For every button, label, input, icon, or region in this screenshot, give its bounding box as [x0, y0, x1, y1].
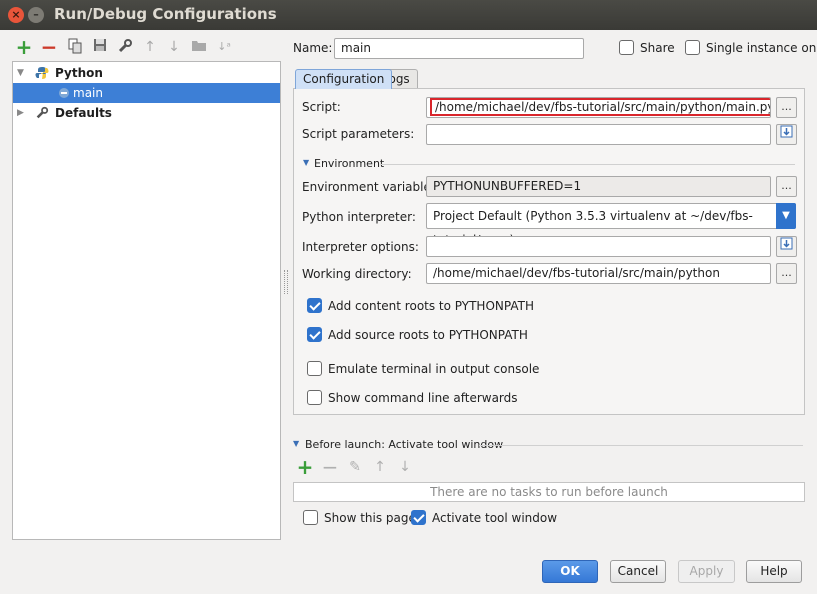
activate-tool-window-checkbox[interactable] — [411, 510, 426, 525]
minimize-window-icon[interactable]: – — [28, 7, 44, 23]
folder-icon[interactable] — [190, 38, 208, 56]
before-launch-header: Before launch: Activate tool window — [305, 438, 504, 451]
tab-configuration[interactable]: Configuration — [295, 69, 393, 89]
title-bar: × – Run/Debug Configurations — [0, 0, 817, 30]
cancel-button[interactable]: Cancel — [610, 560, 666, 583]
show-this-page-checkbox[interactable] — [303, 510, 318, 525]
script-params-label: Script parameters: — [302, 127, 415, 141]
content-roots-label: Add content roots to PYTHONPATH — [328, 299, 534, 313]
script-path: /home/michael/dev/fbs-tutorial/src/main/… — [430, 98, 770, 116]
move-task-down-icon[interactable]: ↓ — [396, 458, 414, 476]
activate-tool-window-label: Activate tool window — [432, 511, 558, 525]
env-vars-field[interactable]: PYTHONUNBUFFERED=1 — [426, 176, 771, 197]
show-command-line-checkbox[interactable] — [307, 390, 322, 405]
tree-item-label: Python — [55, 66, 103, 80]
apply-button[interactable]: Apply — [678, 560, 735, 583]
browse-working-dir-button[interactable]: ... — [776, 263, 797, 284]
edit-task-icon[interactable]: ✎ — [346, 458, 364, 476]
emulate-terminal-checkbox[interactable] — [307, 361, 322, 376]
browse-script-button[interactable]: ... — [776, 97, 797, 118]
sort-icon[interactable]: ↓ᵃ — [215, 38, 233, 56]
name-label: Name: — [293, 41, 333, 55]
interpreter-label: Python interpreter: — [302, 210, 416, 224]
chevron-down-icon[interactable]: ▼ — [776, 203, 796, 229]
content-roots-checkbox[interactable] — [307, 298, 322, 313]
section-divider — [479, 445, 803, 446]
working-dir-input[interactable]: /home/michael/dev/fbs-tutorial/src/main/… — [426, 263, 771, 284]
copy-icon[interactable] — [66, 38, 84, 56]
source-roots-checkbox[interactable] — [307, 327, 322, 342]
interp-options-label: Interpreter options: — [302, 240, 419, 254]
show-command-line-label: Show command line afterwards — [328, 391, 518, 405]
expand-params-icon[interactable] — [776, 124, 797, 145]
tree-item-label: main — [73, 86, 103, 100]
tree-item-defaults[interactable]: ▶ Defaults — [13, 103, 280, 123]
collapse-arrow-icon[interactable]: ▶ — [17, 103, 24, 123]
move-up-icon[interactable]: ↑ — [141, 38, 159, 56]
before-launch-collapse-icon[interactable]: ▼ — [293, 439, 299, 448]
share-checkbox[interactable] — [619, 40, 634, 55]
script-params-input[interactable] — [426, 124, 771, 145]
env-vars-label: Environment variables: — [302, 180, 442, 194]
edit-env-vars-button[interactable]: ... — [776, 176, 797, 197]
tree-item-label: Defaults — [55, 106, 112, 120]
environment-header: Environment — [314, 157, 385, 170]
show-this-page-label: Show this page — [324, 511, 416, 525]
wrench-icon — [35, 106, 49, 126]
share-label: Share — [640, 41, 675, 55]
single-instance-label: Single instance only — [706, 41, 817, 55]
working-dir-label: Working directory: — [302, 267, 412, 281]
tree-item-python[interactable]: ▼ Python — [13, 63, 280, 83]
interpreter-select[interactable]: Project Default (Python 3.5.3 virtualenv… — [426, 203, 796, 247]
remove-icon[interactable]: − — [40, 37, 58, 57]
environment-collapse-icon[interactable]: ▼ — [303, 158, 309, 167]
wrench-icon[interactable] — [116, 38, 134, 56]
emulate-terminal-label: Emulate terminal in output console — [328, 362, 540, 376]
move-down-icon[interactable]: ↓ — [165, 38, 183, 56]
tree-item-main[interactable]: main — [13, 83, 280, 103]
before-launch-task-list: There are no tasks to run before launch — [293, 482, 805, 502]
help-button[interactable]: Help — [746, 560, 802, 583]
script-input[interactable]: /home/michael/dev/fbs-tutorial/src/main/… — [426, 97, 771, 118]
single-instance-checkbox[interactable] — [685, 40, 700, 55]
ok-button[interactable]: OK — [542, 560, 598, 583]
section-divider — [381, 164, 795, 165]
remove-task-icon[interactable]: − — [321, 457, 339, 477]
interp-options-input[interactable] — [426, 236, 771, 257]
window-title: Run/Debug Configurations — [54, 5, 277, 23]
expand-arrow-icon[interactable]: ▼ — [17, 63, 24, 83]
expand-options-icon[interactable] — [776, 236, 797, 257]
source-roots-label: Add source roots to PYTHONPATH — [328, 328, 528, 342]
splitter-handle[interactable] — [284, 270, 288, 294]
save-icon[interactable] — [91, 38, 109, 56]
script-label: Script: — [302, 100, 341, 114]
configuration-tree[interactable]: ▼ Python main ▶ Defaults — [12, 61, 281, 540]
move-task-up-icon[interactable]: ↑ — [371, 458, 389, 476]
add-task-icon[interactable]: + — [296, 457, 314, 477]
close-window-icon[interactable]: × — [8, 7, 24, 23]
name-input[interactable]: main — [334, 38, 584, 59]
add-icon[interactable]: + — [15, 37, 33, 57]
